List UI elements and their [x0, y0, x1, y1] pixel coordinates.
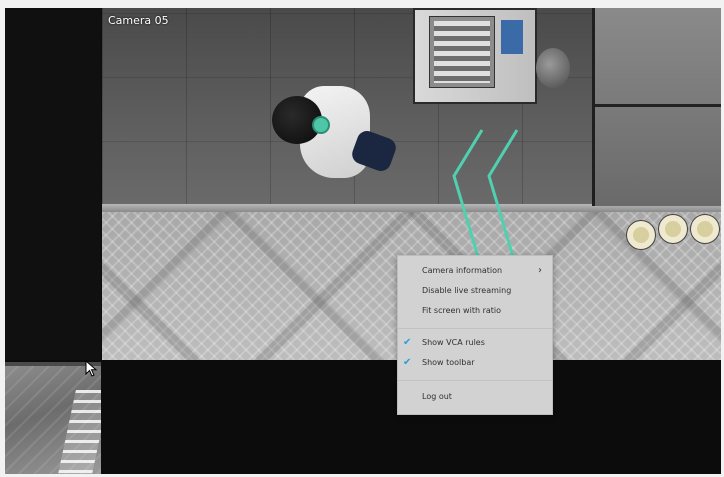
menu-item-show-vca-rules[interactable]: ✔ Show VCA rules [398, 334, 552, 352]
menu-item-log-out[interactable]: Log out [398, 388, 552, 406]
menu-item-disable-live-streaming[interactable]: Disable live streaming [398, 282, 552, 300]
chevron-right-icon: › [538, 265, 542, 276]
menu-item-label: Show toolbar [422, 358, 475, 367]
menu-item-label: Camera information [422, 266, 503, 275]
checkmark-icon: ✔ [403, 337, 412, 348]
checkmark-icon: ✔ [403, 357, 412, 368]
menu-item-camera-information[interactable]: Camera information › [398, 262, 552, 280]
empty-video-pane[interactable] [5, 8, 101, 360]
menu-separator [398, 380, 552, 381]
menu-separator [398, 328, 552, 329]
menu-item-show-toolbar[interactable]: ✔ Show toolbar [398, 354, 552, 372]
menu-item-label: Show VCA rules [422, 338, 485, 347]
camera-label: Camera 05 [108, 14, 169, 27]
camera-thumbnail[interactable] [5, 362, 101, 474]
cursor-arrow-icon [85, 360, 98, 377]
video-monitor: Camera 05 [5, 8, 721, 474]
menu-item-label: Log out [422, 392, 452, 401]
menu-item-label: Fit screen with ratio [422, 306, 502, 315]
context-menu: Camera information › Disable live stream… [397, 255, 553, 415]
menu-item-label: Disable live streaming [422, 286, 512, 295]
menu-item-fit-screen-with-ratio[interactable]: Fit screen with ratio [398, 302, 552, 320]
